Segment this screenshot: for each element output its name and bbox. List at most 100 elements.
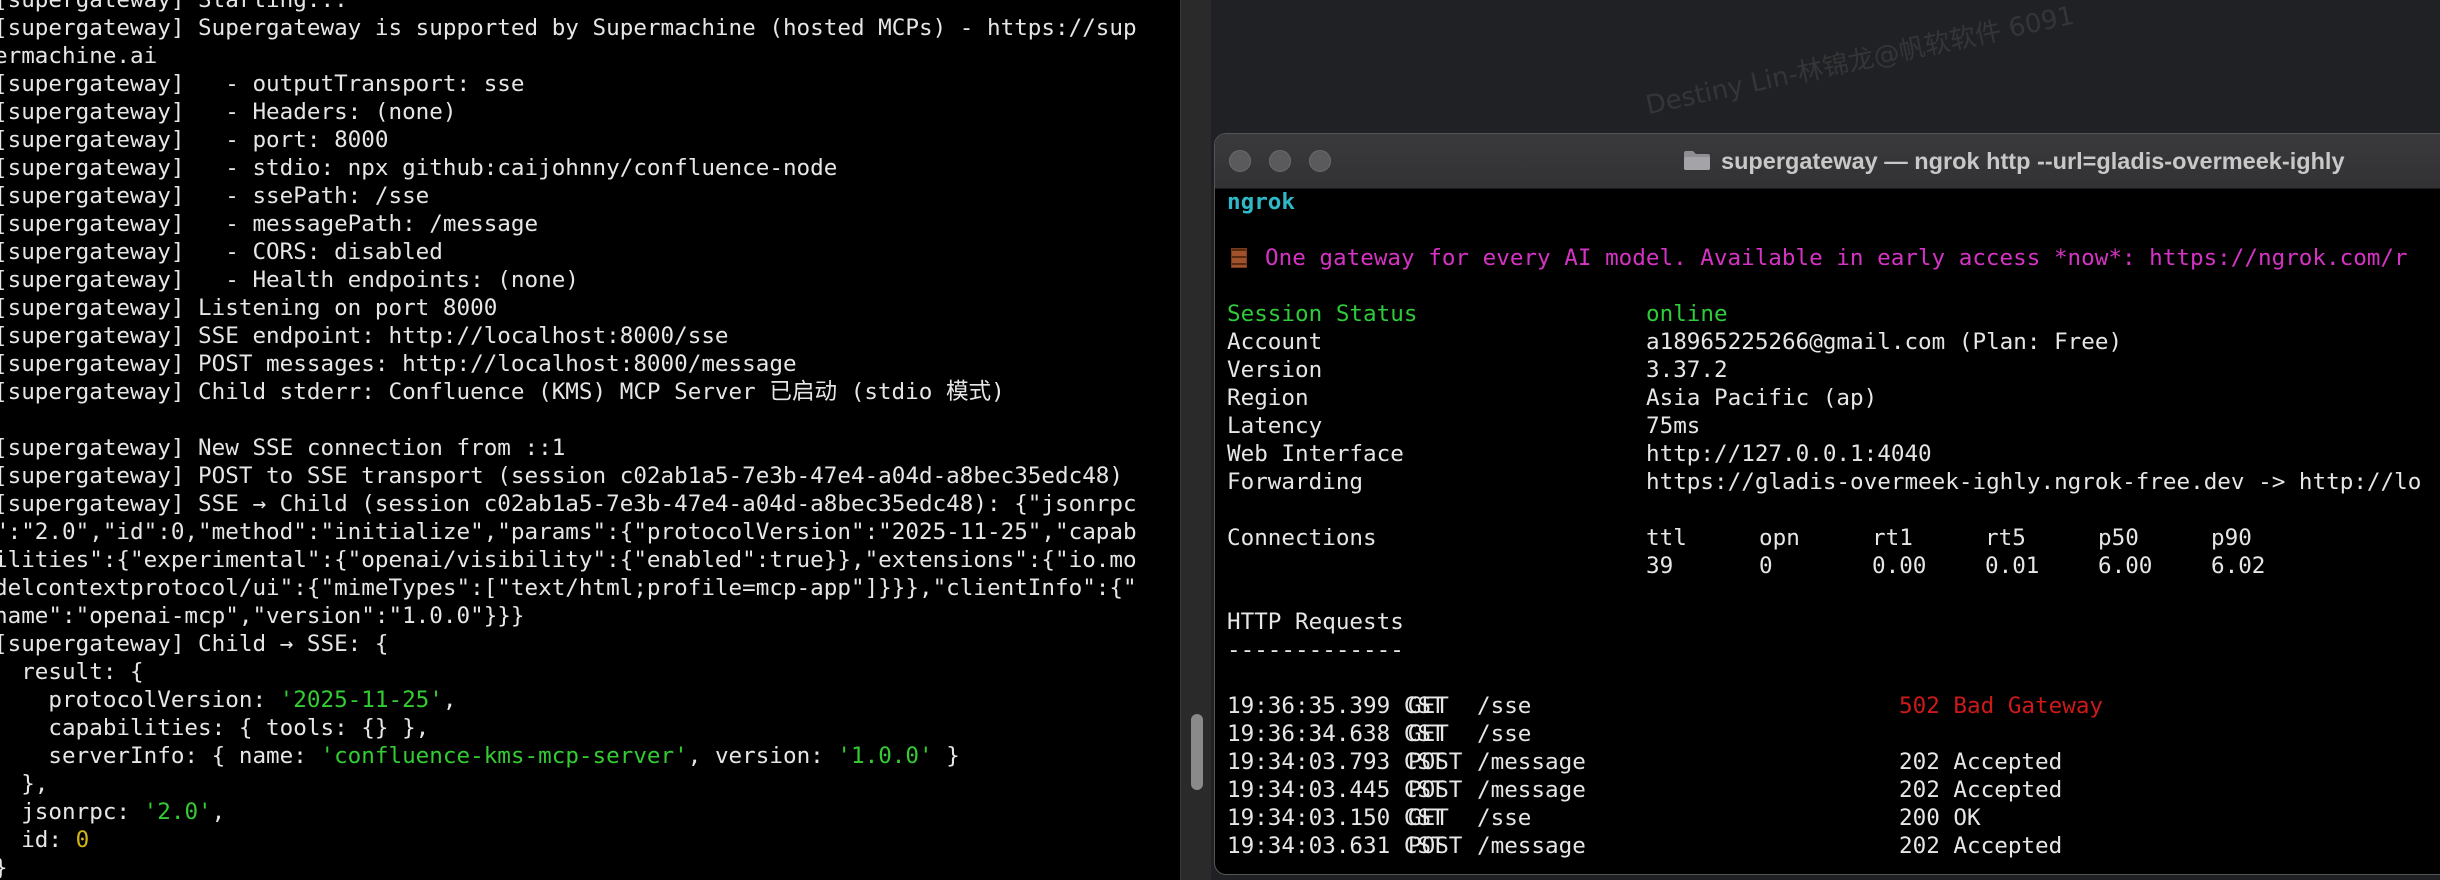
ngrok-terminal-window[interactable]: supergateway — ngrok http --url=gladis-o…	[1214, 133, 2440, 875]
connections-value: 0	[1759, 553, 1773, 579]
terminal-text: [supergateway] Child → SSE: {	[0, 631, 389, 657]
terminal-text: }	[932, 743, 960, 769]
request-method: POST	[1408, 749, 1463, 775]
terminal-line: name":"openai-mcp","version":"1.0.0"}}}	[0, 602, 1137, 630]
window-close-button[interactable]	[1229, 150, 1251, 172]
connections-header: ttl	[1646, 525, 1687, 551]
terminal-line: [supergateway] Child → SSE: {	[0, 630, 1137, 658]
window-zoom-button[interactable]	[1309, 150, 1331, 172]
connections-value: 0.00	[1872, 553, 1927, 579]
request-status: 202 Accepted	[1899, 749, 2063, 775]
terminal-text: '2.0'	[143, 799, 212, 825]
terminal-line: [supergateway] - stdio: npx github:caijo…	[0, 154, 1137, 182]
window-titlebar[interactable]: supergateway — ngrok http --url=gladis-o…	[1215, 134, 2440, 189]
window-title-area: supergateway — ngrok http --url=gladis-o…	[1683, 134, 2345, 188]
request-method: GET	[1408, 721, 1449, 747]
session-label: Region	[1227, 385, 1309, 411]
terminal-line: }	[0, 854, 1137, 880]
request-status: 502 Bad Gateway	[1899, 693, 2104, 719]
terminal-text: [supergateway] - Health endpoints: (none…	[0, 267, 579, 293]
terminal-line: ermachine.ai	[0, 42, 1137, 70]
terminal-line: [supergateway] SSE → Child (session c02a…	[0, 490, 1137, 518]
terminal-line: [supergateway] - ssePath: /sse	[0, 182, 1137, 210]
session-label: Version	[1227, 357, 1323, 383]
session-value: 75ms	[1646, 413, 1701, 439]
connections-value: 6.02	[2211, 553, 2266, 579]
terminal-line: [supergateway] - messagePath: /message	[0, 210, 1137, 238]
terminal-text: id:	[0, 827, 76, 853]
brick-icon	[1231, 248, 1247, 268]
terminal-text: [supergateway] SSE endpoint: http://loca…	[0, 323, 729, 349]
session-value: a18965225266@gmail.com (Plan: Free)	[1646, 329, 2123, 355]
session-label: Forwarding	[1227, 469, 1364, 495]
terminal-text: result: {	[0, 659, 144, 685]
terminal-text: [supergateway] - Headers: (none)	[0, 99, 457, 125]
terminal-text: serverInfo: { name:	[0, 743, 321, 769]
terminal-line: [supergateway] - Health endpoints: (none…	[0, 266, 1137, 294]
session-label: Web Interface	[1227, 441, 1404, 467]
terminal-line: [supergateway] SSE endpoint: http://loca…	[0, 322, 1137, 350]
terminal-line: [supergateway] Listening on port 8000	[0, 294, 1137, 322]
request-status: 202 Accepted	[1899, 777, 2063, 803]
terminal-scrollbar[interactable]	[1180, 0, 1211, 880]
terminal-line: result: {	[0, 658, 1137, 686]
terminal-text: '1.0.0'	[837, 743, 933, 769]
window-title: supergateway — ngrok http --url=gladis-o…	[1721, 148, 2345, 174]
session-label: Session Status	[1227, 301, 1418, 327]
terminal-text: 'confluence-kms-mcp-server'	[320, 743, 688, 769]
session-value: http://127.0.0.1:4040	[1646, 441, 1932, 467]
terminal-text: [supergateway] - stdio: npx github:caijo…	[0, 155, 838, 181]
request-status: 200 OK	[1899, 805, 1981, 831]
terminal-line: id: 0	[0, 826, 1137, 854]
terminal-line: [supergateway] POST to SSE transport (se…	[0, 462, 1137, 490]
request-path: /message	[1477, 749, 1586, 775]
terminal-line: [supergateway] Starting...	[0, 0, 1137, 14]
terminal-text: [supergateway] - port: 8000	[0, 127, 389, 153]
terminal-text: [supergateway] - ssePath: /sse	[0, 183, 430, 209]
connections-value: 0.01	[1985, 553, 2040, 579]
watermark: Destiny Lin-林锦龙@帆软软件 6091	[1643, 0, 2077, 122]
connections-header: rt5	[1985, 525, 2026, 551]
session-value: https://gladis-overmeek-ighly.ngrok-free…	[1646, 469, 2422, 495]
terminal-line: protocolVersion: '2025-11-25',	[0, 686, 1137, 714]
terminal-text: name":"openai-mcp","version":"1.0.0"}}}	[0, 603, 525, 629]
terminal-line: ":"2.0","id":0,"method":"initialize","pa…	[0, 518, 1137, 546]
terminal-output: [supergateway] Starting... [supergateway]…	[0, 0, 1137, 880]
terminal-text: ":"2.0","id":0,"method":"initialize","pa…	[0, 519, 1137, 545]
desktop-area: Destiny Lin-林锦龙@帆软软件 6091 supergateway —…	[1211, 0, 2440, 880]
terminal-line: ilities":{"experimental":{"openai/visibi…	[0, 546, 1137, 574]
terminal-text: delcontextprotocol/ui":{"mimeTypes":["te…	[0, 575, 1137, 601]
session-value: online	[1646, 301, 1728, 327]
terminal-text: [supergateway] POST to SSE transport (se…	[0, 463, 1124, 489]
session-label: Latency	[1227, 413, 1323, 439]
terminal-text: 0	[75, 827, 90, 853]
terminal-text: [supergateway] POST messages: http://loc…	[0, 351, 797, 377]
terminal-line: serverInfo: { name: 'confluence-kms-mcp-…	[0, 742, 1137, 770]
terminal-line: [supergateway] New SSE connection from :…	[0, 434, 1137, 462]
http-requests-title: HTTP Requests	[1227, 609, 1404, 635]
terminal-line: [supergateway] - port: 8000	[0, 126, 1137, 154]
terminal-text: ,	[442, 687, 457, 713]
terminal-line: capabilities: { tools: {} },	[0, 714, 1137, 742]
terminal-text: ,	[211, 799, 226, 825]
scrollbar-thumb[interactable]	[1191, 714, 1203, 790]
request-path: /message	[1477, 777, 1586, 803]
window-minimize-button[interactable]	[1269, 150, 1291, 172]
session-value: Asia Pacific (ap)	[1646, 385, 1878, 411]
terminal-text: '2025-11-25'	[279, 687, 443, 713]
terminal-text: protocolVersion:	[0, 687, 280, 713]
promo-text: One gateway for every AI model. Availabl…	[1265, 245, 2408, 271]
request-path: /sse	[1477, 693, 1532, 719]
connections-label: Connections	[1227, 525, 1377, 551]
supergateway-terminal[interactable]: [supergateway] Starting... [supergateway]…	[0, 0, 1180, 880]
terminal-text: [supergateway] - messagePath: /message	[0, 211, 539, 237]
request-status: 202 Accepted	[1899, 833, 2063, 859]
terminal-text: ermachine.ai	[0, 43, 158, 69]
connections-header: p90	[2211, 525, 2252, 551]
terminal-text: capabilities: { tools: {} },	[0, 715, 430, 741]
connections-header: p50	[2098, 525, 2139, 551]
terminal-text: [supergateway] - outputTransport: sse	[0, 71, 525, 97]
terminal-line: },	[0, 770, 1137, 798]
session-label: Account	[1227, 329, 1323, 355]
